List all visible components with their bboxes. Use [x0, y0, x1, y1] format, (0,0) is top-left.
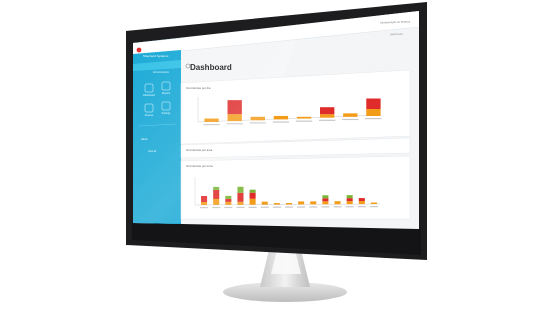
sidebar-item-dashboard[interactable]: Dashboard [140, 94, 158, 97]
topbar-tab[interactable]: Dashboard [390, 33, 403, 36]
bar-7-series-0 [366, 109, 381, 116]
tick-label-6 [342, 118, 359, 121]
tick-label-3 [272, 121, 290, 123]
section-label-shift: Ocorrências por turno [186, 164, 214, 168]
bar-9-series-0 [310, 201, 317, 205]
bar-10-series-0 [322, 201, 329, 205]
tick-label-9 [309, 206, 318, 208]
bar-7-series-1 [366, 98, 381, 109]
tick-label-11 [333, 206, 342, 208]
tick-label-4 [248, 206, 257, 208]
tick-label-14 [369, 206, 378, 208]
sidebar-item-settings[interactable]: Settings [157, 112, 175, 115]
bar-12-series-2 [346, 195, 353, 199]
bar-8-series-0 [298, 201, 305, 205]
bar-14-series-0 [370, 202, 377, 204]
bar-3-series-0 [273, 115, 289, 120]
bar-11-series-0 [334, 201, 341, 205]
tick-label-8 [297, 206, 306, 208]
bar-7-series-0 [285, 203, 293, 205]
bar-4-series-1 [249, 192, 256, 199]
tick-label-7 [365, 118, 382, 120]
bar-13-series-0 [358, 201, 365, 205]
sidebar-item-reports[interactable]: Reports [157, 92, 175, 95]
tick-label-12 [345, 206, 354, 208]
tick-label-10 [321, 206, 330, 208]
section-label-daily: Ocorrências por dia [186, 86, 211, 90]
sidebar-header: Administration [152, 71, 170, 74]
tick-label-4 [295, 120, 313, 122]
bar-13-series-1 [358, 198, 365, 202]
tick-label-5 [260, 206, 269, 208]
sidebar-view-all[interactable]: View all [148, 150, 156, 153]
brand-name: Shepherd Systems [143, 54, 169, 58]
bar-6-series-0 [343, 113, 358, 117]
tick-label-5 [319, 119, 336, 121]
bar-5-series-0 [261, 201, 268, 205]
bar-4-series-0 [249, 198, 256, 205]
bar-6-series-0 [273, 203, 280, 205]
bar-12-series-1 [346, 198, 353, 202]
tick-label-7 [284, 206, 294, 208]
bar-12-series-0 [346, 201, 353, 205]
tick-label-13 [357, 206, 366, 208]
monitor-frame [126, 2, 427, 302]
bar-5-series-1 [320, 107, 335, 115]
tick-label-6 [272, 206, 281, 208]
page-title: Dashboard [190, 63, 232, 72]
monitor: Shepherd Systems Administration Dashboar… [0, 0, 550, 309]
bar-10-series-1 [322, 198, 329, 202]
bar-10-series-2 [322, 195, 329, 199]
sidebar-item-devices[interactable]: Devices [140, 114, 158, 117]
section-label-area: Ocorrências por área [186, 148, 213, 152]
sidebar-alerts[interactable]: Alerts [141, 138, 148, 141]
bar-4-series-0 [296, 116, 312, 119]
bar-5-series-0 [320, 114, 335, 118]
bar-4-series-2 [249, 189, 256, 193]
